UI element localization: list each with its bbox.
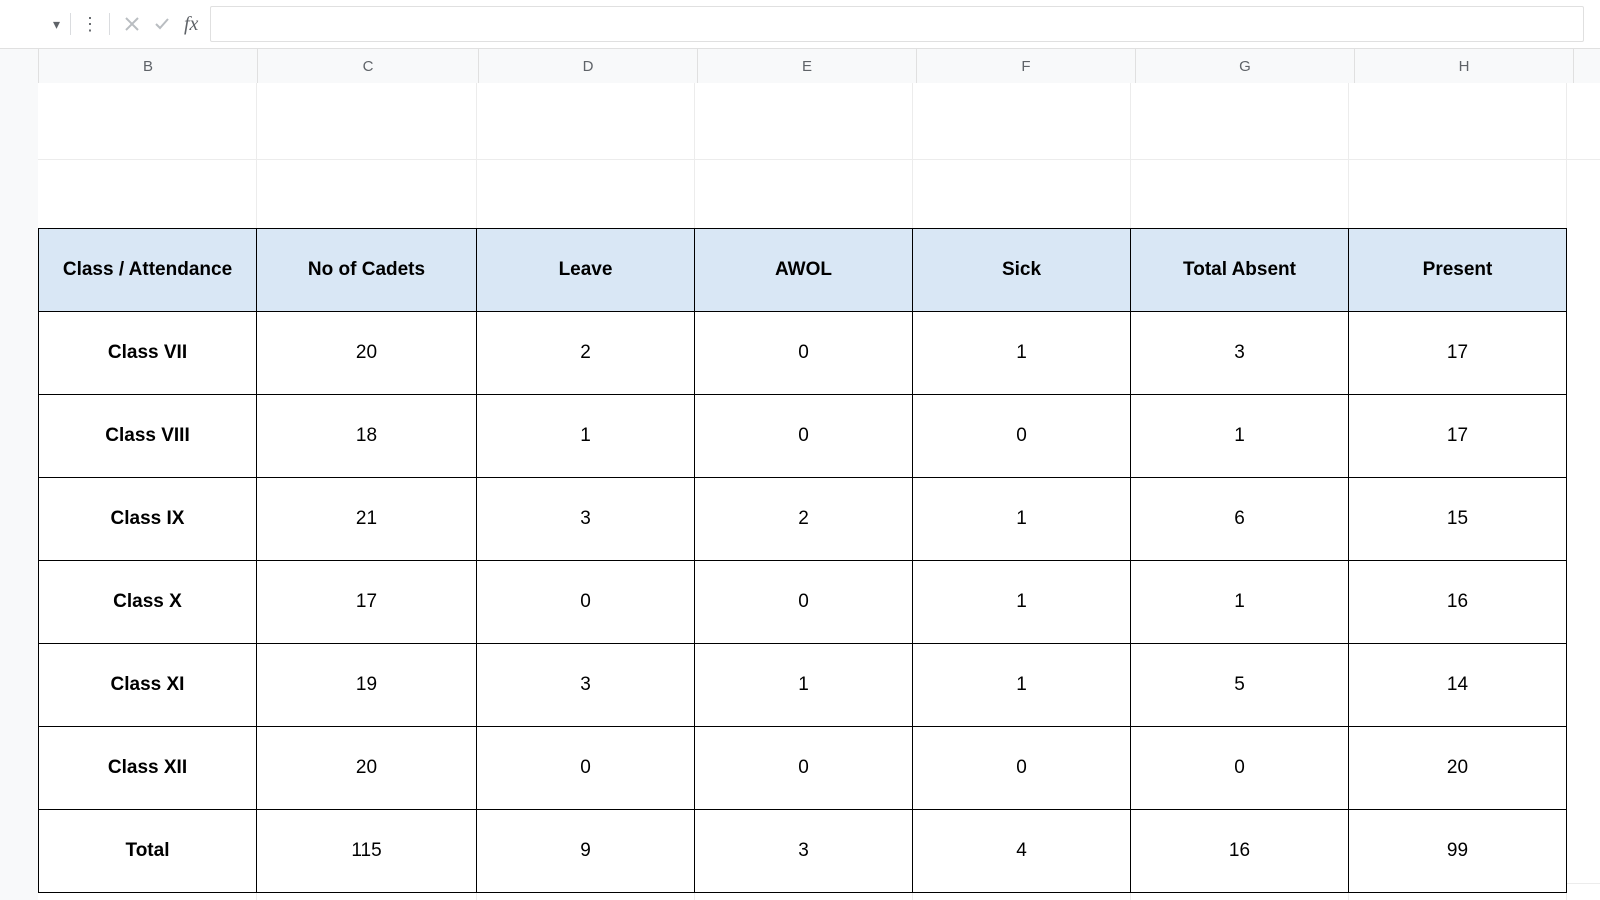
data-cell[interactable]: 14 xyxy=(1349,644,1567,727)
data-cell[interactable]: 1 xyxy=(913,312,1131,395)
row-header-cell[interactable]: Total xyxy=(39,810,257,893)
table-row[interactable]: Total1159341699 xyxy=(39,810,1567,893)
column-header[interactable]: G xyxy=(1136,49,1355,83)
row-header-cell[interactable]: Class VIII xyxy=(39,395,257,478)
table-header-cell[interactable]: Present xyxy=(1349,229,1567,312)
table-row[interactable]: Class XI19311514 xyxy=(39,644,1567,727)
cancel-icon[interactable] xyxy=(118,10,146,38)
data-cell[interactable]: 20 xyxy=(257,727,477,810)
separator xyxy=(70,13,71,35)
formula-bar: ▾ ⋮ fx xyxy=(0,0,1600,49)
kebab-menu-icon[interactable]: ⋮ xyxy=(75,15,105,33)
row-header-cell[interactable]: Class VII xyxy=(39,312,257,395)
data-cell[interactable]: 0 xyxy=(913,395,1131,478)
data-cell[interactable]: 1 xyxy=(695,644,913,727)
data-cell[interactable]: 16 xyxy=(1349,561,1567,644)
data-cell[interactable]: 0 xyxy=(913,727,1131,810)
data-cell[interactable]: 3 xyxy=(477,644,695,727)
data-cell[interactable]: 17 xyxy=(257,561,477,644)
table-header-cell[interactable]: Class / Attendance xyxy=(39,229,257,312)
data-cell[interactable]: 20 xyxy=(1349,727,1567,810)
row-header-cell[interactable]: Class XI xyxy=(39,644,257,727)
attendance-table[interactable]: Class / AttendanceNo of CadetsLeaveAWOLS… xyxy=(38,228,1567,893)
data-cell[interactable]: 3 xyxy=(477,478,695,561)
data-cell[interactable]: 9 xyxy=(477,810,695,893)
table-header-cell[interactable]: AWOL xyxy=(695,229,913,312)
column-header[interactable]: B xyxy=(39,49,258,83)
data-cell[interactable]: 0 xyxy=(1131,727,1349,810)
formula-input[interactable] xyxy=(210,6,1584,42)
data-cell[interactable]: 0 xyxy=(695,561,913,644)
row-header-cell[interactable]: Class XII xyxy=(39,727,257,810)
column-header[interactable]: H xyxy=(1355,49,1574,83)
data-cell[interactable]: 1 xyxy=(1131,395,1349,478)
column-header[interactable]: F xyxy=(917,49,1136,83)
data-cell[interactable]: 21 xyxy=(257,478,477,561)
accept-icon[interactable] xyxy=(148,10,176,38)
data-cell[interactable]: 19 xyxy=(257,644,477,727)
row-header-cell[interactable]: Class X xyxy=(39,561,257,644)
column-headers: BCDEFGH xyxy=(0,49,1600,84)
data-cell[interactable]: 99 xyxy=(1349,810,1567,893)
table-header-cell[interactable]: No of Cadets xyxy=(257,229,477,312)
data-cell[interactable]: 0 xyxy=(477,561,695,644)
data-cell[interactable]: 6 xyxy=(1131,478,1349,561)
formula-actions xyxy=(114,10,180,38)
table-row[interactable]: Class VIII18100117 xyxy=(39,395,1567,478)
gridline-h xyxy=(38,159,1600,160)
table-row[interactable]: Class VII20201317 xyxy=(39,312,1567,395)
data-cell[interactable]: 3 xyxy=(1131,312,1349,395)
table-header-cell[interactable]: Sick xyxy=(913,229,1131,312)
data-cell[interactable]: 1 xyxy=(477,395,695,478)
data-cell[interactable]: 16 xyxy=(1131,810,1349,893)
data-cell[interactable]: 115 xyxy=(257,810,477,893)
name-box[interactable]: ▾ xyxy=(4,7,66,41)
table-header-cell[interactable]: Leave xyxy=(477,229,695,312)
spreadsheet-area: BCDEFGH Class / AttendanceNo of CadetsLe… xyxy=(0,49,1600,900)
column-header[interactable]: D xyxy=(479,49,698,83)
column-header[interactable]: E xyxy=(698,49,917,83)
table-row[interactable]: Class X17001116 xyxy=(39,561,1567,644)
data-cell[interactable]: 0 xyxy=(695,312,913,395)
data-cell[interactable]: 0 xyxy=(477,727,695,810)
data-cell[interactable]: 2 xyxy=(477,312,695,395)
table-header-cell[interactable]: Total Absent xyxy=(1131,229,1349,312)
data-cell[interactable]: 0 xyxy=(695,727,913,810)
data-cell[interactable]: 1 xyxy=(913,478,1131,561)
data-cell[interactable]: 18 xyxy=(257,395,477,478)
data-cell[interactable]: 2 xyxy=(695,478,913,561)
separator xyxy=(109,13,110,35)
data-cell[interactable]: 4 xyxy=(913,810,1131,893)
column-header[interactable]: C xyxy=(258,49,479,83)
data-cell[interactable]: 3 xyxy=(695,810,913,893)
data-cell[interactable]: 17 xyxy=(1349,312,1567,395)
table-row[interactable]: Class IX21321615 xyxy=(39,478,1567,561)
row-header-cell[interactable]: Class IX xyxy=(39,478,257,561)
table-row[interactable]: Class XII20000020 xyxy=(39,727,1567,810)
select-all-corner[interactable] xyxy=(0,49,39,83)
data-cell[interactable]: 1 xyxy=(913,561,1131,644)
chevron-down-icon: ▾ xyxy=(53,16,60,33)
data-cell[interactable]: 5 xyxy=(1131,644,1349,727)
cells-grid[interactable]: Class / AttendanceNo of CadetsLeaveAWOLS… xyxy=(38,83,1600,900)
data-cell[interactable]: 1 xyxy=(913,644,1131,727)
fx-label: fx xyxy=(180,13,206,36)
data-cell[interactable]: 15 xyxy=(1349,478,1567,561)
row-headers xyxy=(0,83,39,900)
data-cell[interactable]: 1 xyxy=(1131,561,1349,644)
data-cell[interactable]: 17 xyxy=(1349,395,1567,478)
data-cell[interactable]: 0 xyxy=(695,395,913,478)
data-cell[interactable]: 20 xyxy=(257,312,477,395)
